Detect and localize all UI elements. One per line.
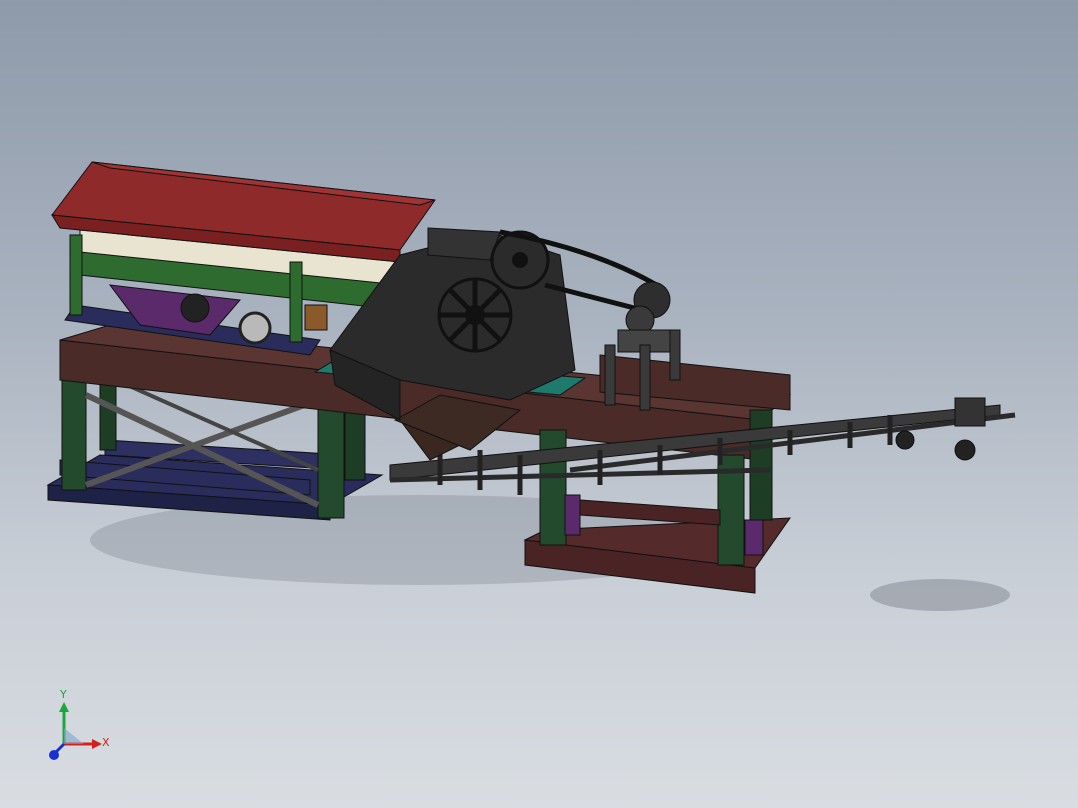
graphics-viewport[interactable]: Y X	[0, 0, 1078, 808]
conveyor-shadow	[870, 579, 1010, 611]
flywheel-large[interactable]	[437, 277, 513, 353]
x-axis-arrow	[92, 739, 102, 749]
y-axis-arrow	[59, 702, 69, 712]
crusher-plant-model[interactable]	[0, 0, 1078, 808]
y-axis-label: Y	[60, 688, 67, 701]
triad-axes	[49, 702, 102, 760]
triad-plane	[64, 728, 84, 744]
x-axis-label: X	[102, 736, 110, 749]
z-axis-arrow	[49, 750, 59, 760]
view-orientation-triad[interactable]: Y X	[40, 688, 120, 770]
